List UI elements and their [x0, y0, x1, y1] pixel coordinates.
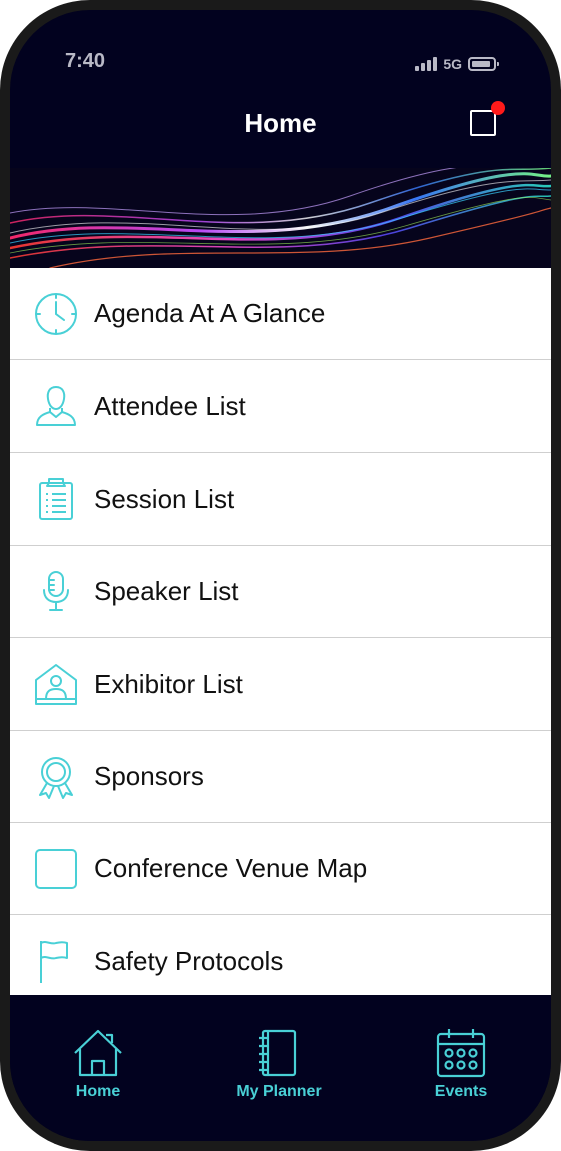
signal-icon: [415, 57, 438, 71]
tab-bar: Home My Planner Events: [10, 995, 551, 1141]
menu-item-venue-map[interactable]: Conference Venue Map: [10, 823, 551, 915]
phone-screen: 7:40 5G Home Agenda At A Glance Attendee…: [10, 10, 551, 1141]
microphone-icon: [34, 570, 78, 614]
status-bar: 7:40 5G: [10, 10, 551, 110]
menu-item-speakers[interactable]: Speaker List: [10, 546, 551, 638]
flag-icon: [34, 939, 78, 983]
clock-icon: [34, 292, 78, 336]
exhibitor-booth-icon: [34, 662, 78, 706]
header-banner: [10, 168, 551, 268]
menu-list: Agenda At A Glance Attendee List Session…: [10, 268, 551, 995]
clipboard-list-icon: [34, 477, 78, 521]
menu-item-label: Speaker List: [94, 576, 239, 606]
status-indicators: 5G: [415, 54, 499, 74]
menu-item-label: Attendee List: [94, 390, 246, 421]
tab-my-planner[interactable]: My Planner: [219, 1027, 339, 1101]
tab-home[interactable]: Home: [38, 1027, 158, 1101]
menu-item-exhibitors[interactable]: Exhibitor List: [10, 638, 551, 731]
menu-item-label: Exhibitor List: [94, 668, 243, 699]
person-icon: [34, 384, 78, 428]
tab-label: Events: [434, 1083, 488, 1100]
phone-frame: 7:40 5G Home Agenda At A Glance Attendee…: [0, 0, 561, 1151]
calendar-icon: [435, 1027, 487, 1079]
menu-item-label: Conference Venue Map: [94, 853, 368, 883]
tab-events[interactable]: Events: [401, 1027, 521, 1101]
menu-item-sessions[interactable]: Session List: [10, 453, 551, 546]
menu-item-agenda[interactable]: Agenda At A Glance: [10, 268, 551, 360]
status-time: 7:40: [65, 50, 106, 72]
square-icon: [34, 847, 78, 891]
battery-icon: [468, 57, 499, 71]
notification-square-icon: [470, 110, 496, 136]
menu-item-label: Sponsors: [94, 761, 204, 791]
menu-item-label: Session List: [94, 483, 235, 514]
menu-item-label: Agenda At A Glance: [94, 298, 326, 328]
light-streaks-image: [10, 168, 551, 268]
menu-item-label: Safety Protocols: [94, 945, 284, 976]
home-icon: [72, 1027, 124, 1079]
network-label: 5G: [443, 56, 462, 72]
notebook-icon: [253, 1027, 305, 1079]
award-ribbon-icon: [34, 755, 78, 799]
menu-item-attendees[interactable]: Attendee List: [10, 360, 551, 453]
notifications-button[interactable]: [470, 101, 505, 140]
tab-label: Home: [75, 1083, 121, 1100]
menu-item-safety[interactable]: Safety Protocols: [10, 915, 551, 995]
menu-item-sponsors[interactable]: Sponsors: [10, 731, 551, 823]
tab-label: My Planner: [236, 1083, 322, 1100]
notification-badge: [491, 101, 505, 115]
